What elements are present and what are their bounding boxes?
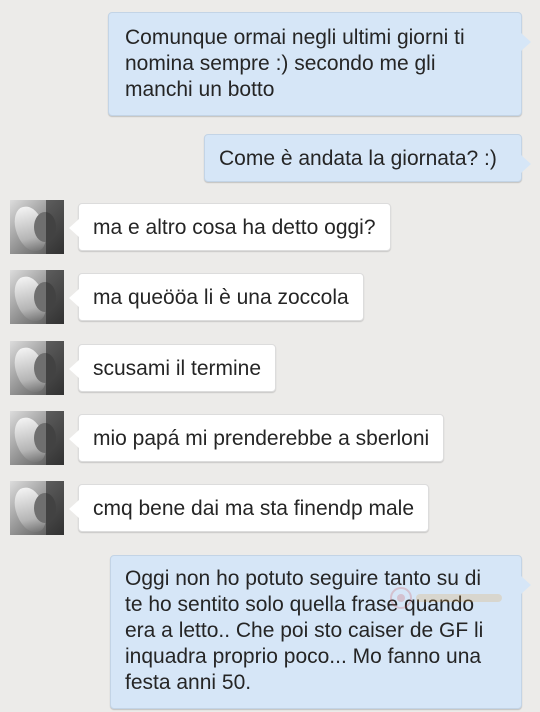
message-text: Comunque ormai negli ultimi giorni ti no… — [125, 26, 465, 101]
contact-avatar[interactable] — [10, 200, 64, 254]
message-text: mio papá mi prenderebbe a sberloni — [93, 427, 430, 450]
message-text: scusami il termine — [93, 357, 262, 380]
incoming-message[interactable]: scusami il termine — [68, 344, 277, 392]
watermark-logo — [390, 587, 502, 609]
contact-avatar[interactable] — [10, 411, 64, 465]
message-text: Come è andata la giornata? :) — [219, 147, 497, 170]
outgoing-message[interactable]: Come è andata la giornata? :) — [204, 134, 531, 182]
incoming-message[interactable]: mio papá mi prenderebbe a sberloni — [68, 414, 445, 462]
message-text: ma queööa li è una zoccola — [93, 286, 349, 309]
message-text: cmq bene dai ma sta finendp male — [93, 497, 415, 520]
contact-avatar[interactable] — [10, 341, 64, 395]
contact-avatar[interactable] — [10, 481, 64, 535]
outgoing-message[interactable]: Oggi non ho potuto seguire tanto su di t… — [110, 555, 531, 709]
contact-avatar[interactable] — [10, 270, 64, 324]
message-text: ma e altro cosa ha detto oggi? — [93, 216, 376, 239]
incoming-message[interactable]: ma queööa li è una zoccola — [69, 273, 364, 321]
incoming-message[interactable]: ma e altro cosa ha detto oggi? — [69, 203, 391, 251]
incoming-message[interactable]: cmq bene dai ma sta finendp male — [68, 484, 430, 532]
outgoing-message[interactable]: Comunque ormai negli ultimi giorni ti no… — [108, 12, 531, 116]
